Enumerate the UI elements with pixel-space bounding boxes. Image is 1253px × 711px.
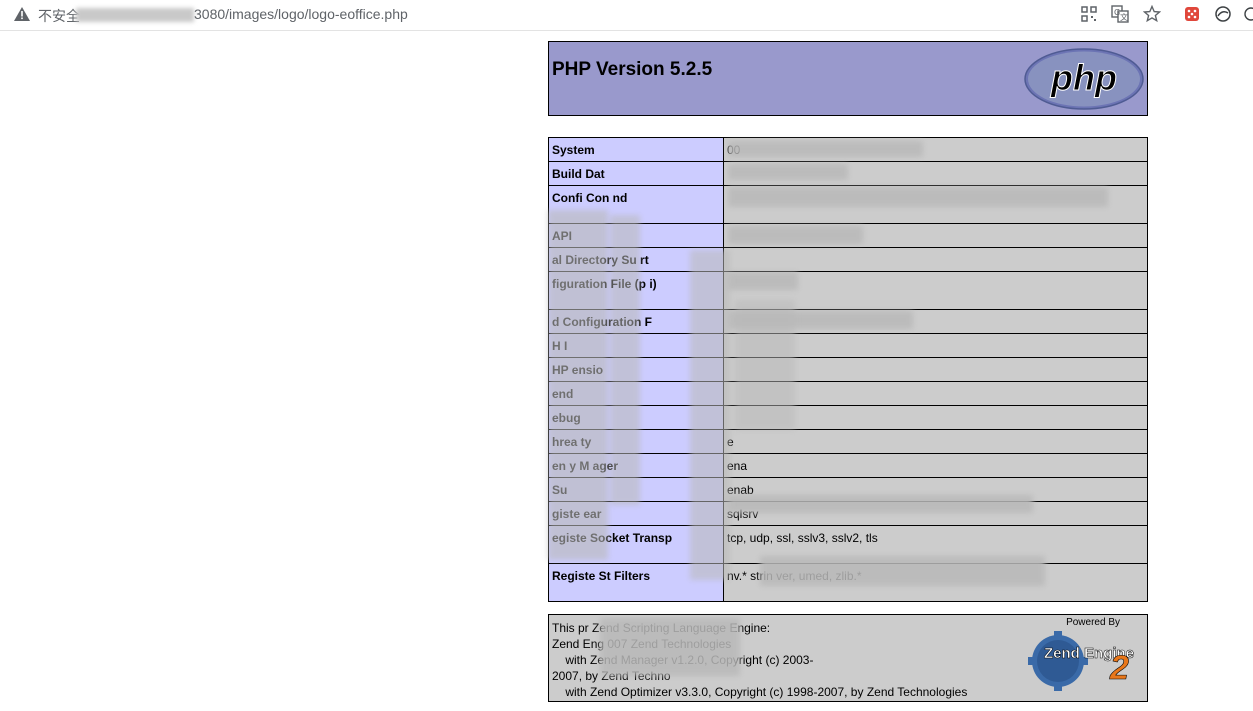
redaction-overlay bbox=[600, 618, 740, 676]
info-row-value: e bbox=[723, 429, 1148, 454]
redaction-overlay bbox=[728, 495, 1033, 513]
redaction-overlay bbox=[735, 300, 795, 430]
redaction-overlay bbox=[728, 226, 863, 244]
info-row-label: Build Dat bbox=[548, 161, 724, 186]
info-row-value bbox=[723, 247, 1148, 272]
security-label[interactable]: 不安全 bbox=[38, 6, 80, 26]
php-logo: php bbox=[1024, 48, 1144, 110]
redaction-overlay bbox=[728, 272, 798, 290]
redaction-overlay bbox=[760, 556, 1045, 586]
zend-logo-number: 2 bbox=[1109, 649, 1129, 687]
extension-icon[interactable] bbox=[1183, 5, 1201, 23]
info-row-value: ena bbox=[723, 453, 1148, 478]
url-text[interactable]: 3080/images/logo/logo-eoffice.php bbox=[194, 6, 408, 22]
redaction-overlay bbox=[690, 250, 730, 580]
php-version-header: PHP Version 5.2.5 php bbox=[548, 41, 1148, 116]
redaction-overlay bbox=[610, 215, 640, 505]
bookmark-star-icon[interactable] bbox=[1143, 5, 1161, 23]
svg-text:文: 文 bbox=[1120, 12, 1128, 22]
profile-icon[interactable] bbox=[1214, 5, 1232, 23]
info-row-label: System bbox=[548, 137, 724, 162]
qr-code-icon[interactable] bbox=[1080, 5, 1098, 23]
redaction-overlay bbox=[728, 141, 923, 157]
address-bar[interactable]: 不安全 3080/images/logo/logo-eoffice.php G … bbox=[0, 0, 1253, 31]
url-redaction bbox=[76, 8, 194, 22]
menu-icon[interactable] bbox=[1243, 5, 1253, 23]
warning-icon bbox=[14, 7, 30, 21]
info-row: Build Dat bbox=[548, 161, 1148, 186]
powered-by-label: Powered By bbox=[1066, 617, 1120, 628]
zend-engine-logo: Zend Engine 2 bbox=[1028, 631, 1134, 691]
redaction-overlay bbox=[728, 187, 1108, 207]
redaction-overlay bbox=[548, 210, 608, 560]
php-version-title: PHP Version 5.2.5 bbox=[552, 59, 713, 80]
redaction-overlay bbox=[728, 164, 848, 180]
svg-text:php: php bbox=[1050, 57, 1117, 98]
translate-icon[interactable]: G 文 bbox=[1111, 5, 1129, 23]
